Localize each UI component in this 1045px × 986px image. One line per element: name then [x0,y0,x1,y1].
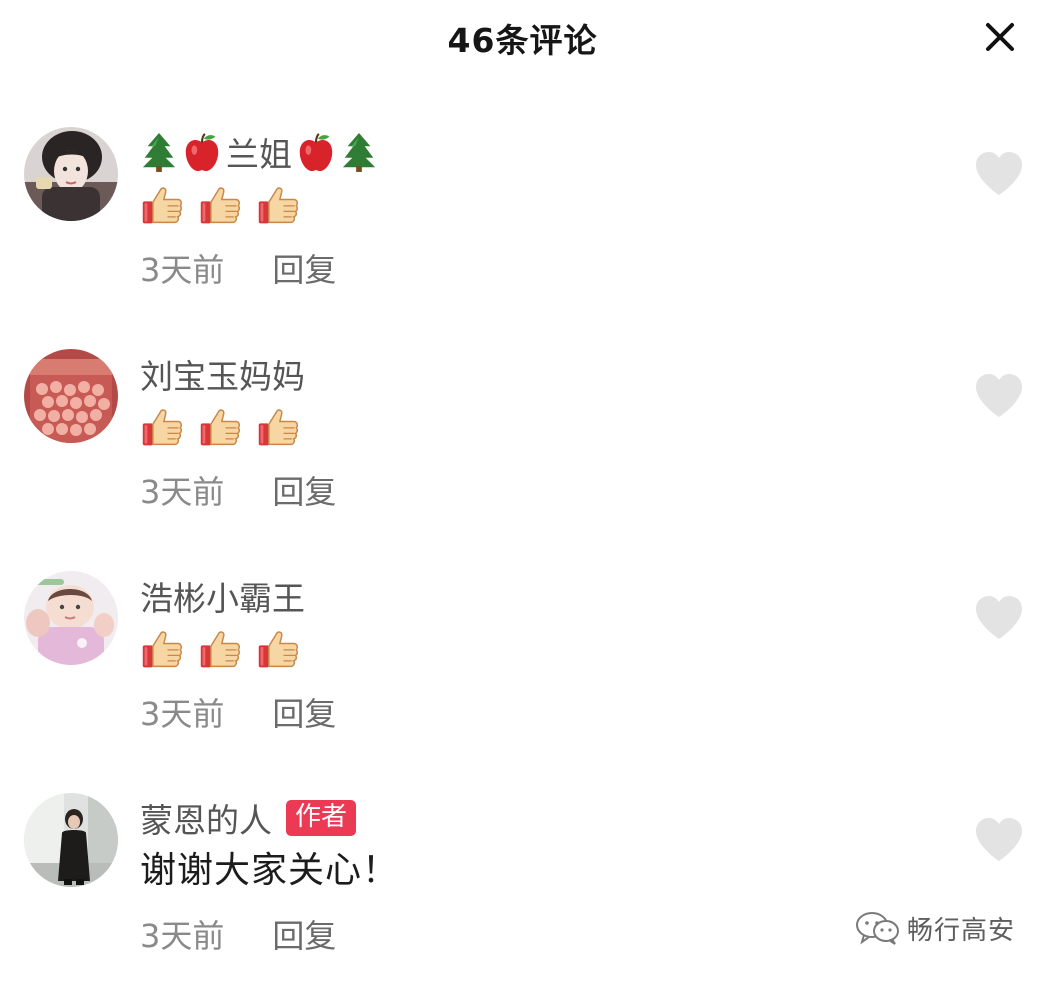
reply-button[interactable]: 回复 [272,911,336,957]
avatar[interactable] [24,127,118,221]
comment-time: 3天前 [140,473,225,511]
comment-count-title: 46条评论 [447,21,598,60]
comment-item: 蒙恩的人 作者 谢谢大家关心！ 3天前 回复 [0,786,1045,986]
thumbs-up-emoji-icon [256,183,300,227]
comment-username-row: 蒙恩的人 作者 [140,794,357,842]
like-button[interactable] [974,373,1024,419]
comment-username[interactable]: 刘宝玉妈妈 [140,350,305,398]
comment-username[interactable]: 浩彬小霸王 [140,572,305,620]
heart-icon [974,151,1024,197]
comments-header: 46条评论 [0,0,1045,76]
thumbs-up-emoji-icon [140,183,184,227]
watermark: 畅行高安 [855,906,1015,950]
tree-emoji-icon [340,131,378,173]
thumbs-up-emoji-icon [140,405,184,449]
comment-body [140,402,314,452]
comment-username-row: 刘宝玉妈妈 [140,350,305,398]
comment-body [140,624,314,674]
close-icon [986,23,1014,51]
comment-username-row: 浩彬小霸王 [140,572,305,620]
wechat-icon [856,912,899,945]
reply-button[interactable]: 回复 [272,689,336,735]
thumbs-up-emoji-icon [256,627,300,671]
comment-time: 3天前 [140,917,225,955]
thumbs-up-emoji-icon [140,627,184,671]
like-button[interactable] [974,817,1024,863]
comment-meta: 3天前 回复 [140,690,336,734]
apple-emoji-icon [182,131,222,173]
reply-button[interactable]: 回复 [272,467,336,513]
heart-icon [974,595,1024,641]
comment-meta: 3天前 回复 [140,912,336,956]
comment-item: 兰姐 3天前 回复 [0,120,1045,320]
comment-username-row: 兰姐 [140,128,378,176]
heart-icon [974,817,1024,863]
thumbs-up-emoji-icon [198,405,242,449]
comment-item: 浩彬小霸王 3天前 回复 [0,564,1045,764]
like-button[interactable] [974,151,1024,197]
comment-time: 3天前 [140,695,225,733]
comment-meta: 3天前 回复 [140,468,336,512]
thumbs-up-emoji-icon [256,405,300,449]
comment-body [140,180,314,230]
thumbs-up-emoji-icon [198,183,242,227]
comment-username[interactable]: 蒙恩的人 [140,794,272,842]
watermark-text: 畅行高安 [907,915,1016,946]
comment-body: 谢谢大家关心！ [140,842,399,892]
tree-emoji-icon [140,131,178,173]
avatar[interactable] [24,571,118,665]
comment-item: 刘宝玉妈妈 3天前 回复 [0,342,1045,542]
comment-username[interactable]: 兰姐 [226,128,292,176]
thumbs-up-emoji-icon [198,627,242,671]
apple-emoji-icon [296,131,336,173]
avatar[interactable] [24,793,118,887]
reply-button[interactable]: 回复 [272,245,336,291]
heart-icon [974,373,1024,419]
comment-text: 谢谢大家关心！ [140,850,400,891]
comment-time: 3天前 [140,251,225,289]
avatar[interactable] [24,349,118,443]
like-button[interactable] [974,595,1024,641]
author-badge: 作者 [286,800,357,836]
close-button[interactable] [978,15,1022,59]
comment-meta: 3天前 回复 [140,246,336,290]
